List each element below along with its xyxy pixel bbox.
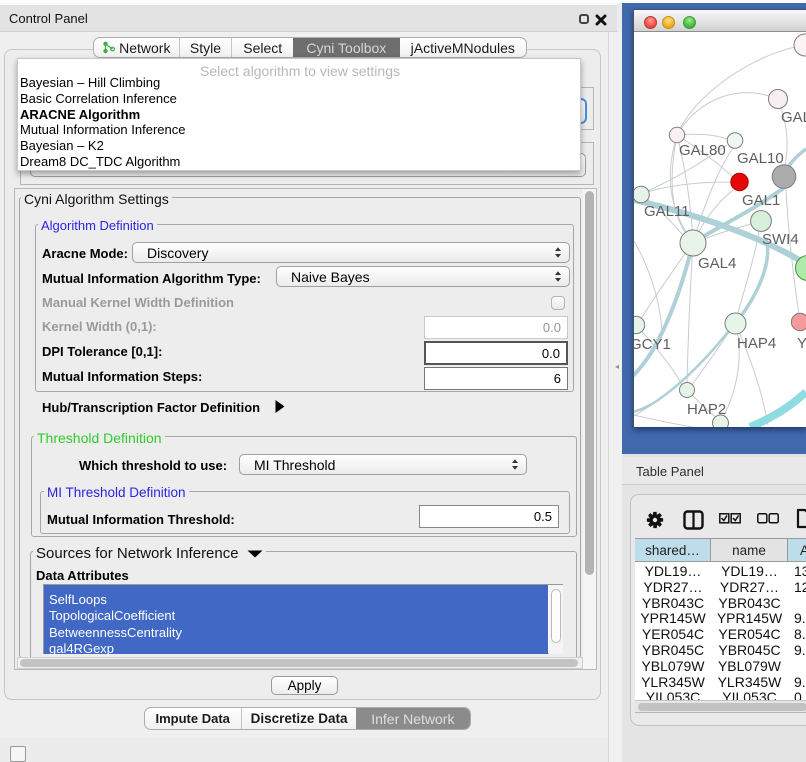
svg-text:GCY1: GCY1	[634, 336, 671, 353]
svg-text:HAP2: HAP2	[687, 401, 726, 418]
svg-text:Y: Y	[797, 335, 806, 352]
svg-text:GAL1: GAL1	[742, 192, 780, 209]
svg-text:SWI4: SWI4	[762, 231, 799, 248]
svg-text:HAP4: HAP4	[737, 335, 776, 352]
svg-text:GAL7: GAL7	[781, 109, 806, 126]
svg-text:GAL80: GAL80	[679, 142, 726, 159]
svg-text:GAL4: GAL4	[698, 255, 736, 272]
svg-text:GAL11: GAL11	[644, 203, 690, 220]
svg-text:GAL10: GAL10	[737, 150, 784, 167]
